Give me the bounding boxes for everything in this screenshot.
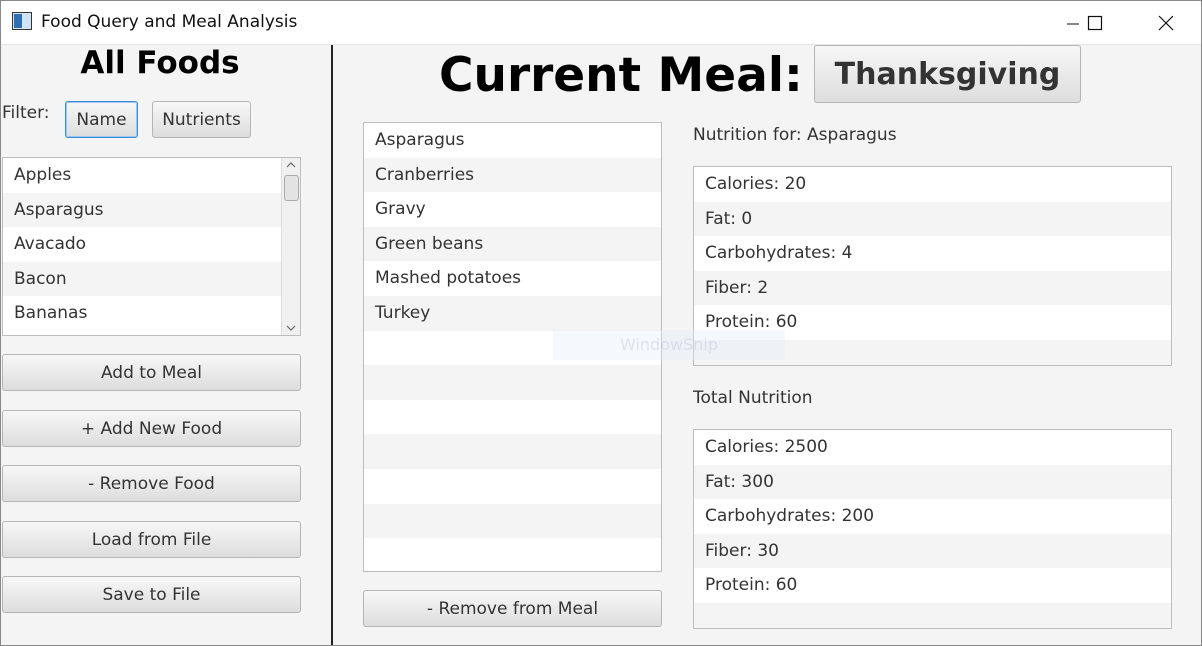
close-button[interactable] [1143, 0, 1189, 45]
total-nutrition-title: Total Nutrition [693, 388, 813, 408]
nutrient-row: Fat: 0 [694, 201, 1171, 237]
food-list-scrollbar[interactable] [281, 158, 300, 335]
scroll-down-icon[interactable] [286, 324, 296, 332]
list-item[interactable]: Asparagus [364, 123, 661, 158]
list-item[interactable]: Green beans [364, 226, 661, 262]
nutrient-row: Fiber: 30 [694, 533, 1171, 569]
nutrient-row: Carbohydrates: 4 [705, 243, 853, 264]
empty-row [364, 400, 661, 435]
maximize-button[interactable] [1072, 0, 1118, 45]
load-from-file-button[interactable]: Load from File [2, 521, 301, 558]
nutrient-row: Calories: 20 [705, 174, 807, 194]
save-to-file-button[interactable]: Save to File [2, 576, 301, 613]
empty-row [364, 469, 661, 504]
total-nutrition-list: Calories: 2500 Fat: 300 Carbohydrates: 2… [693, 429, 1172, 629]
all-foods-list[interactable]: Apples Asparagus Avacado Bacon Bananas [2, 157, 301, 336]
list-item[interactable]: Asparagus [3, 192, 282, 228]
scroll-thumb[interactable] [284, 175, 299, 201]
list-item[interactable]: Turkey [364, 295, 661, 331]
selected-nutrition-title: Nutrition for: Asparagus [693, 125, 897, 145]
list-item[interactable]: Apples [3, 158, 282, 193]
list-item[interactable]: Mashed potatoes [364, 261, 661, 296]
current-meal-heading: Current Meal: [439, 48, 803, 103]
empty-row [364, 538, 661, 571]
nutrient-row: Carbohydrates: 200 [705, 506, 875, 527]
app-icon [12, 12, 32, 30]
list-item[interactable]: Gravy [364, 192, 661, 227]
filter-nutrients-button[interactable]: Nutrients [152, 101, 251, 138]
nutrient-row: Protein: 60 [705, 575, 798, 596]
watermark: WindowSnip [553, 330, 785, 360]
filter-label: Filter: [2, 103, 50, 123]
list-item[interactable]: Cranberries [364, 157, 661, 193]
empty-row [364, 365, 661, 400]
add-new-food-button[interactable]: + Add New Food [2, 410, 301, 447]
remove-from-meal-button[interactable]: - Remove from Meal [363, 590, 662, 627]
window-title: Food Query and Meal Analysis [41, 12, 298, 32]
list-item[interactable]: Avacado [3, 227, 282, 262]
list-item[interactable]: Bacon [3, 261, 282, 297]
meal-name-button[interactable]: Thanksgiving [814, 45, 1081, 103]
empty-row [694, 602, 1171, 628]
add-to-meal-button[interactable]: Add to Meal [2, 354, 301, 391]
filter-name-button[interactable]: Name [65, 101, 138, 138]
nutrient-row: Fat: 300 [694, 464, 1171, 500]
scroll-up-icon[interactable] [286, 161, 296, 169]
empty-row [364, 503, 661, 539]
list-item[interactable]: Bananas [3, 296, 282, 331]
all-foods-heading: All Foods [80, 45, 240, 81]
maximize-icon [1087, 15, 1103, 30]
nutrient-row: Fiber: 2 [694, 270, 1171, 306]
empty-row [364, 434, 661, 469]
close-icon [1158, 15, 1174, 30]
panel-divider [331, 45, 333, 646]
remove-food-button[interactable]: - Remove Food [2, 465, 301, 502]
nutrient-row: Calories: 2500 [705, 437, 828, 457]
